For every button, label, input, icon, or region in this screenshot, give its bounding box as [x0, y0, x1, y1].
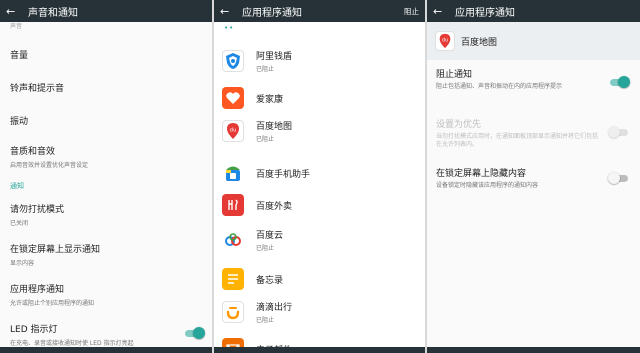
app-status: 已阻止: [256, 66, 275, 73]
setting-set-priority[interactable]: 设置为优先 当勿打扰模式应用时，在通知面板顶部显示通知并将它们包括在允许列表内。: [436, 117, 600, 149]
app-list-item[interactable]: 百度外卖: [222, 189, 421, 221]
setting-subtitle: 设备锁定时隐藏该应用程序的通知内容: [436, 182, 539, 189]
scrolled-section-label: 声音: [10, 23, 23, 30]
svg-text:du: du: [442, 37, 448, 43]
navigation-bar: [214, 347, 425, 353]
list-top-marker: ••: [224, 24, 235, 32]
settings-item-led-indicator[interactable]: LED 指示灯 在充电、录音或接收通知时使 LED 指示灯亮起: [10, 322, 182, 347]
app-status: 已阻止: [256, 245, 275, 252]
setting-subtitle: 当勿打扰模式应用时，在通知面板顶部显示通知并将它们包括在允许列表内。: [436, 133, 599, 149]
app-name: 百度地图: [256, 122, 293, 132]
app-header: du 百度地图: [427, 22, 640, 60]
section-header-notifications: 通知: [10, 182, 24, 190]
block-action-button[interactable]: 阻止: [404, 6, 419, 17]
settings-item-subtitle: 启用音效并设置优化声音设定: [10, 162, 89, 169]
didi-icon: [222, 301, 244, 323]
settings-item-title: 音质和音效: [10, 147, 56, 157]
setting-title: 设置为优先: [436, 120, 482, 130]
baidu-cloud-icon: [222, 229, 244, 251]
app-status: 已阻止: [256, 136, 275, 143]
toggle-thumb: [608, 172, 620, 184]
app-name: 百度外卖: [256, 201, 293, 212]
app-status: 已阻止: [256, 317, 275, 324]
app-name: 备忘录: [256, 275, 284, 286]
baidu-assistant-icon: [222, 162, 244, 184]
settings-item-subtitle: 已关闭: [10, 220, 29, 227]
settings-item-title: LED 指示灯: [10, 325, 58, 335]
app-list-item[interactable]: 百度云 已阻止: [222, 224, 421, 256]
hide-on-lockscreen-toggle[interactable]: [608, 172, 630, 184]
memo-icon: [222, 268, 244, 290]
settings-item-do-not-disturb[interactable]: 请勿打扰模式 已关闭: [10, 202, 202, 227]
aijiakang-icon: [222, 87, 244, 109]
settings-item-volume[interactable]: 音量: [10, 48, 202, 61]
baidu-map-icon: du: [222, 120, 244, 142]
page-title: 应用程序通知: [455, 7, 515, 19]
app-notification-detail-panel: ← 应用程序通知 du 百度地图 阻止通知 阻止包括通知、声音和振动在内的应用程…: [427, 0, 640, 353]
block-notifications-toggle[interactable]: [608, 76, 630, 88]
settings-item-title: 音量: [10, 51, 29, 61]
app-name: 百度手机助手: [256, 169, 311, 180]
app-bar: ← 应用程序通知: [427, 0, 640, 22]
page-title: 声音和通知: [28, 7, 78, 19]
back-arrow-icon[interactable]: ←: [6, 6, 20, 17]
settings-item-ringtones[interactable]: 铃声和提示音: [10, 81, 202, 94]
settings-item-title: 铃声和提示音: [10, 84, 65, 94]
app-list-item[interactable]: 爱家康: [222, 82, 421, 114]
settings-item-title: 在锁定屏幕上显示通知: [10, 245, 101, 255]
setting-title: 阻止通知: [436, 70, 473, 80]
app-bar: ← 声音和通知: [0, 0, 212, 22]
alibaba-qiandun-icon: [222, 50, 244, 72]
app-list-item[interactable]: 阿里钱盾 已阻止: [222, 45, 421, 77]
settings-item-title: 振动: [10, 117, 29, 127]
sound-notifications-panel: ← 声音和通知 声音 音量 铃声和提示音 振动 音质和音效 启用音效并设置优化声…: [0, 0, 212, 353]
baidu-map-icon: du: [435, 31, 455, 51]
app-name: 百度地图: [461, 37, 498, 48]
app-list-item[interactable]: 备忘录: [222, 263, 421, 295]
app-name: 滴滴出行: [256, 303, 293, 313]
back-arrow-icon[interactable]: ←: [220, 6, 234, 17]
led-indicator-toggle[interactable]: [183, 327, 205, 339]
setting-subtitle: 阻止包括通知、声音和振动在内的应用程序提示: [436, 83, 563, 90]
baidu-waimai-icon: [222, 194, 244, 216]
toggle-thumb: [193, 327, 205, 339]
app-name: 百度云: [256, 231, 284, 241]
set-priority-toggle[interactable]: [608, 126, 630, 138]
settings-item-vibration[interactable]: 振动: [10, 114, 202, 127]
settings-item-subtitle: 允许或阻止个别应用程序的通知: [10, 300, 95, 307]
toggle-thumb: [608, 126, 620, 138]
app-name: 阿里钱盾: [256, 52, 293, 62]
settings-item-app-notifications[interactable]: 应用程序通知 允许或阻止个别应用程序的通知: [10, 282, 202, 307]
setting-hide-on-lockscreen[interactable]: 在锁定屏幕上隐藏内容 设备锁定时隐藏该应用程序的通知内容: [436, 166, 600, 190]
back-arrow-icon[interactable]: ←: [433, 6, 447, 17]
navigation-bar: [427, 347, 640, 353]
setting-title: 在锁定屏幕上隐藏内容: [436, 169, 527, 179]
app-list-item[interactable]: 滴滴出行 已阻止: [222, 296, 421, 328]
settings-item-title: 请勿打扰模式: [10, 205, 65, 215]
app-list-item[interactable]: du 百度地图 已阻止: [222, 115, 421, 147]
svg-text:du: du: [230, 128, 237, 134]
app-list-item[interactable]: 百度手机助手: [222, 157, 421, 189]
settings-item-title: 应用程序通知: [10, 285, 65, 295]
settings-item-subtitle: 在充电、录音或接收通知时使 LED 指示灯亮起: [10, 340, 134, 347]
app-notifications-panel: ← 应用程序通知 阻止 •• 阿里钱盾 已阻止 爱家康 du 百度地图 已阻止: [214, 0, 425, 353]
settings-item-sound-quality[interactable]: 音质和音效 启用音效并设置优化声音设定: [10, 144, 202, 169]
toggle-thumb: [618, 76, 630, 88]
page-title: 应用程序通知: [242, 7, 302, 19]
setting-block-notifications[interactable]: 阻止通知 阻止包括通知、声音和振动在内的应用程序提示: [436, 67, 600, 91]
settings-item-lockscreen-notifications[interactable]: 在锁定屏幕上显示通知 显示内容: [10, 242, 202, 267]
settings-item-subtitle: 显示内容: [10, 260, 35, 267]
app-name: 爱家康: [256, 94, 284, 105]
navigation-bar: [0, 347, 212, 353]
app-bar: ← 应用程序通知 阻止: [214, 0, 425, 22]
